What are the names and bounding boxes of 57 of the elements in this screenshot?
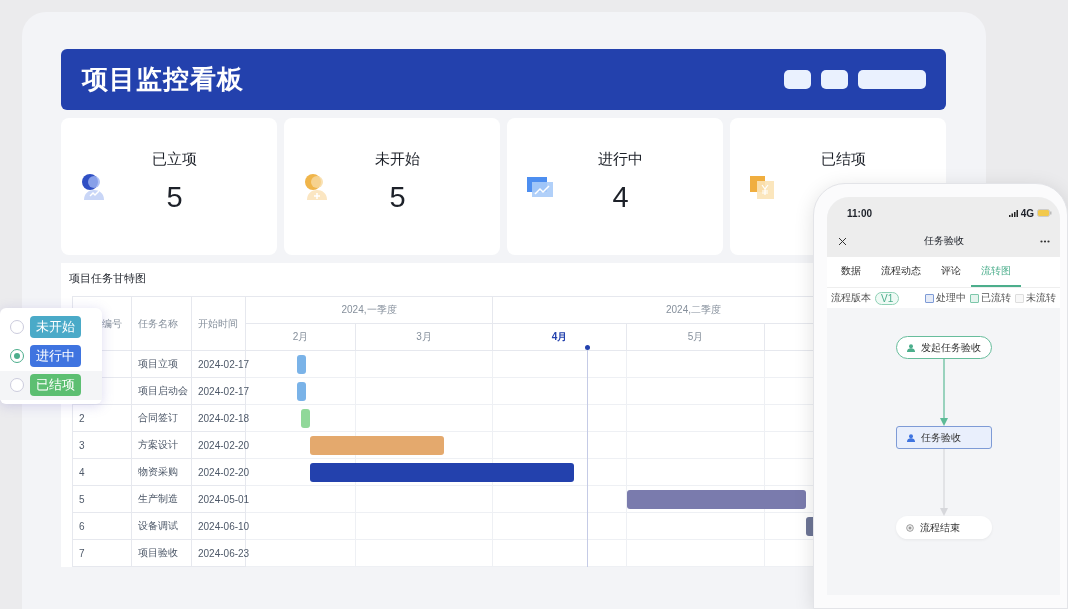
- stat-label: 进行中: [598, 150, 643, 169]
- user-icon: [906, 343, 915, 352]
- network-label: 4G: [1020, 207, 1034, 219]
- month-header: 2月: [245, 323, 356, 351]
- legend-label: 未流转: [1026, 291, 1056, 305]
- stat-value: 5: [389, 181, 406, 213]
- table-cell: 5: [72, 485, 132, 513]
- radio-button[interactable]: [10, 378, 24, 392]
- dashboard-title: 项目监控看板: [82, 63, 245, 96]
- flow-node[interactable]: 流程结束: [895, 516, 992, 539]
- column-header: 任务名称: [131, 296, 192, 351]
- stat-value: 5: [166, 181, 183, 213]
- table-cell: 项目立项: [131, 350, 192, 378]
- connector-arrow: [939, 449, 948, 516]
- version-tag: V1: [875, 291, 900, 305]
- stop-icon: [905, 523, 914, 532]
- status-time: 11:00: [847, 207, 873, 219]
- flow-node[interactable]: 任务验收: [895, 426, 992, 449]
- column-header: 开始时间: [191, 296, 246, 351]
- tab[interactable]: 数据: [831, 257, 871, 287]
- stat-value: 4: [612, 181, 629, 213]
- table-cell: 方案设计: [131, 431, 192, 459]
- gantt-title: 项目任务甘特图: [69, 271, 146, 286]
- table-cell: 6: [72, 512, 132, 540]
- table-cell: 生产制造: [131, 485, 192, 513]
- stat-label: 未开始: [375, 150, 420, 169]
- header-button[interactable]: [821, 70, 848, 89]
- legend-label: 已流转: [981, 291, 1011, 305]
- radio-button[interactable]: [10, 320, 24, 334]
- month-header: 5月: [626, 323, 765, 351]
- stat-label: 已立项: [152, 150, 197, 169]
- stat-label: 已结项: [821, 150, 866, 169]
- radio-button[interactable]: [10, 349, 24, 363]
- legend-label: 处理中: [936, 291, 966, 305]
- month-header: 4月: [492, 323, 627, 351]
- close-icon[interactable]: [838, 236, 847, 246]
- signal-icon: [1008, 209, 1018, 217]
- more-icon[interactable]: [1040, 239, 1050, 243]
- tab[interactable]: 评论: [931, 257, 971, 287]
- table-cell: 项目验收: [131, 539, 192, 567]
- table-cell: 4: [72, 458, 132, 486]
- header-button[interactable]: [784, 70, 811, 89]
- table-cell: 项目启动会: [131, 377, 192, 405]
- table-cell: 合同签订: [131, 404, 192, 432]
- month-header: 3月: [355, 323, 493, 351]
- table-cell: 设备调试: [131, 512, 192, 540]
- table-cell: 7: [72, 539, 132, 567]
- user-icon: [906, 433, 915, 442]
- quarter-header: 2024,一季度: [245, 296, 493, 324]
- connector-arrow: [939, 359, 948, 426]
- battery-icon: [1037, 209, 1052, 217]
- status-tag[interactable]: 进行中: [30, 345, 81, 367]
- table-cell: 物资采购: [131, 458, 192, 486]
- screen-title: 任务验收: [923, 234, 964, 248]
- flow-node[interactable]: 发起任务验收: [895, 336, 992, 359]
- tab[interactable]: 流程动态: [871, 257, 931, 287]
- table-cell: 3: [72, 431, 132, 459]
